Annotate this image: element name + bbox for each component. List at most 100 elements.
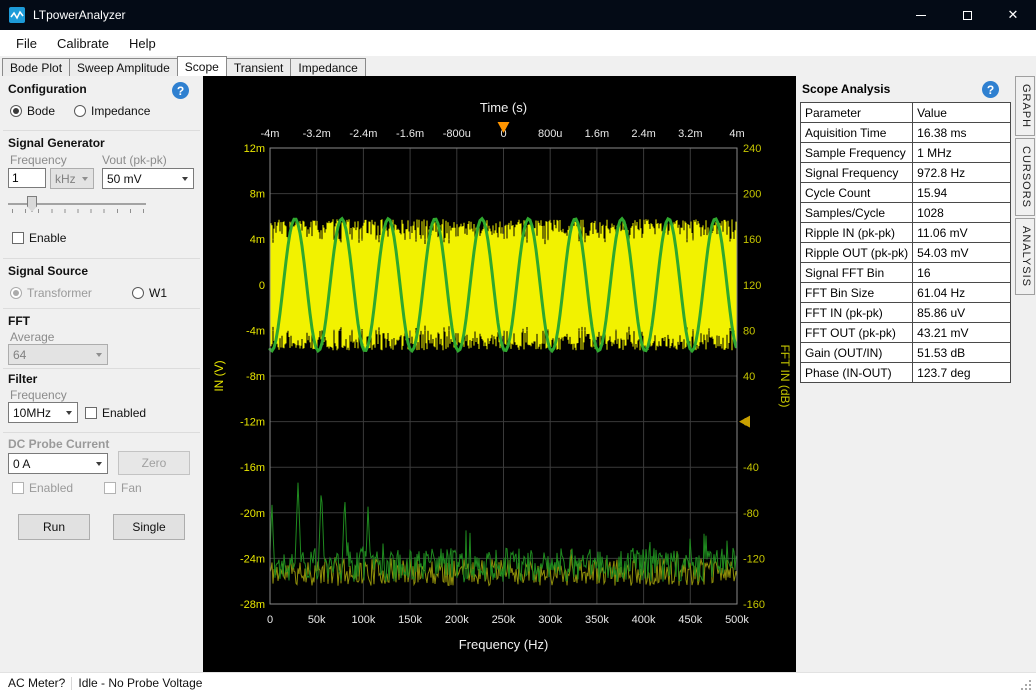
scope-plot-svg: -4m-3.2m-2.4m-1.6m-800u0800u1.6m2.4m3.2m… (203, 76, 796, 672)
filter-title: Filter (8, 372, 37, 386)
analysis-row: Signal FFT Bin16 (801, 263, 1011, 283)
zero-button[interactable]: Zero (118, 451, 190, 475)
radio-disabled-icon (10, 287, 22, 299)
parameter-cell: Gain (OUT/IN) (801, 343, 913, 363)
app-icon (9, 7, 25, 23)
dropdown-arrow-icon (77, 169, 93, 188)
dc-enabled-checkbox[interactable]: Enabled (12, 481, 73, 495)
analysis-row: Phase (IN-OUT)123.7 deg (801, 363, 1011, 383)
parameter-cell: Signal FFT Bin (801, 263, 913, 283)
side-tab-cursors[interactable]: CURSORS (1015, 138, 1035, 216)
parameter-cell: Aquisition Time (801, 123, 913, 143)
radio-impedance-label: Impedance (91, 104, 150, 118)
axis-text: 0 (259, 280, 265, 292)
axis-text: -20m (240, 508, 265, 520)
vout-label: Vout (pk-pk) (102, 153, 167, 167)
value-cell: 51.53 dB (913, 343, 1011, 363)
value-cell: 85.86 uV (913, 303, 1011, 323)
filter-frequency-value: 10MHz (13, 406, 51, 420)
axis-text: 160 (743, 234, 761, 246)
dropdown-arrow-icon (91, 454, 107, 473)
tab-scope[interactable]: Scope (177, 56, 227, 76)
minimize-icon (916, 15, 926, 16)
time-cursor-icon[interactable] (498, 122, 510, 133)
vout-value: 50 mV (107, 172, 142, 186)
menu-help[interactable]: Help (119, 32, 166, 55)
side-tab-analysis[interactable]: ANALYSIS (1015, 218, 1035, 295)
axis-text: 0 (267, 614, 273, 626)
analysis-column-header: Value (913, 103, 1011, 123)
tab-sweep-amplitude[interactable]: Sweep Amplitude (69, 58, 178, 76)
analysis-row: Gain (OUT/IN)51.53 dB (801, 343, 1011, 363)
axis-text: 8m (250, 189, 265, 201)
dropdown-arrow-icon (91, 345, 107, 364)
axis-text: 250k (492, 614, 516, 626)
minimize-button[interactable] (898, 0, 944, 30)
axis-text: -1.6m (396, 128, 424, 140)
axis-text: -160 (743, 599, 765, 611)
value-cell: 16.38 ms (913, 123, 1011, 143)
axis-text: -12m (240, 417, 265, 429)
axis-text: -800u (443, 128, 471, 140)
analysis-row: FFT OUT (pk-pk)43.21 mV (801, 323, 1011, 343)
configuration-help-icon[interactable]: ? (172, 82, 189, 99)
single-button[interactable]: Single (113, 514, 185, 540)
dc-probe-current-select[interactable]: 0 A (8, 453, 108, 474)
side-tab-graph[interactable]: GRAPH (1015, 76, 1035, 136)
radio-icon (74, 105, 86, 117)
tab-bode-plot[interactable]: Bode Plot (2, 58, 70, 76)
analysis-row: Cycle Count15.94 (801, 183, 1011, 203)
axis-text: -28m (240, 599, 265, 611)
radio-w1[interactable]: W1 (132, 286, 167, 300)
analysis-row: Ripple OUT (pk-pk)54.03 mV (801, 243, 1011, 263)
axis-text: 4m (729, 128, 744, 140)
axis-text: 200k (445, 614, 469, 626)
value-cell: 1028 (913, 203, 1011, 223)
menubar: FileCalibrateHelp (0, 30, 1036, 56)
vout-select[interactable]: 50 mV (102, 168, 194, 189)
maximize-button[interactable] (944, 0, 990, 30)
radio-impedance[interactable]: Impedance (74, 104, 150, 118)
frequency-input[interactable] (8, 168, 46, 188)
axis-text: 200 (743, 189, 761, 201)
run-button[interactable]: Run (18, 514, 90, 540)
analysis-table: ParameterValue Aquisition Time16.38 msSa… (800, 102, 1011, 383)
value-cell: 972.8 Hz (913, 163, 1011, 183)
axis-text: 3.2m (678, 128, 702, 140)
menu-calibrate[interactable]: Calibrate (47, 32, 119, 55)
close-button[interactable]: ✕ (990, 0, 1036, 30)
tab-impedance[interactable]: Impedance (290, 58, 365, 76)
axis-text: -80 (743, 508, 759, 520)
analysis-header-row: ParameterValue (801, 103, 1011, 123)
app-window: LTpowerAnalyzer ✕ FileCalibrateHelp Bode… (0, 0, 1036, 693)
main-content: Configuration ? Bode Impedance Signal Ge… (0, 76, 1036, 672)
filter-frequency-select[interactable]: 10MHz (8, 402, 78, 423)
frequency-unit-select[interactable]: kHz (50, 168, 94, 189)
axis-text: -8m (246, 371, 265, 383)
radio-bode[interactable]: Bode (10, 104, 55, 118)
window-controls: ✕ (898, 0, 1036, 30)
axis-text: 800u (538, 128, 562, 140)
fan-checkbox[interactable]: Fan (104, 481, 142, 495)
scope-analysis-title: Scope Analysis (802, 82, 890, 96)
parameter-cell: Ripple IN (pk-pk) (801, 223, 913, 243)
parameter-cell: Sample Frequency (801, 143, 913, 163)
filter-enabled-checkbox[interactable]: Enabled (85, 406, 146, 420)
axis-text: 240 (743, 143, 761, 155)
section-divider (3, 308, 200, 309)
axis-text: -3.2m (303, 128, 331, 140)
tab-transient[interactable]: Transient (226, 58, 292, 76)
radio-transformer[interactable]: Transformer (10, 286, 92, 300)
analysis-help-icon[interactable]: ? (982, 81, 999, 98)
enable-checkbox[interactable]: Enable (12, 231, 66, 245)
menu-file[interactable]: File (6, 32, 47, 55)
amplitude-slider[interactable] (8, 196, 146, 218)
resize-grip-icon[interactable] (1021, 678, 1033, 690)
axis-text: -120 (743, 553, 765, 565)
dc-probe-current-value: 0 A (13, 457, 30, 471)
analysis-row: Samples/Cycle1028 (801, 203, 1011, 223)
radio-w1-label: W1 (149, 286, 167, 300)
axis-text: -4m (261, 128, 280, 140)
average-select[interactable]: 64 (8, 344, 108, 365)
plot-grid (270, 148, 737, 604)
